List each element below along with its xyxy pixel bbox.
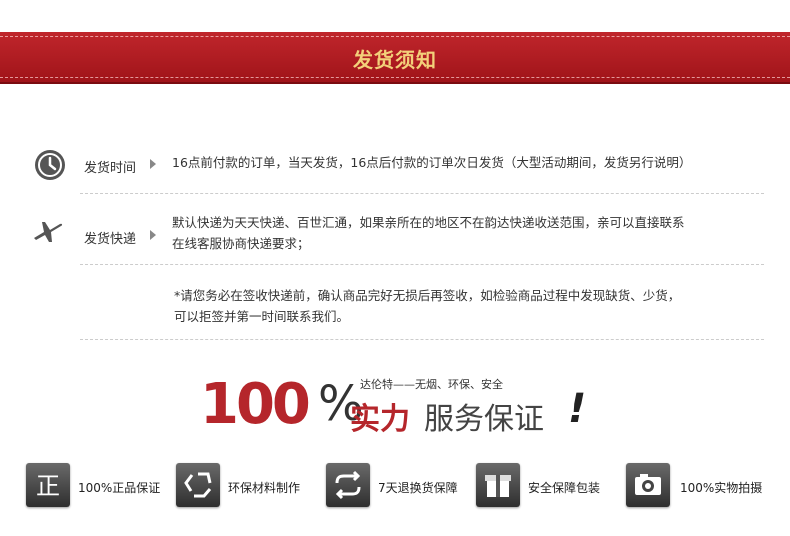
shipping-time-label: 发货时间 (84, 161, 137, 176)
camera-icon (626, 463, 670, 507)
banner-title: 发货须知 (353, 48, 437, 72)
divider (80, 193, 764, 194)
note-line2: 可以拒签并第一时间联系我们。 (174, 309, 350, 324)
divider (80, 264, 764, 265)
divider (80, 339, 764, 340)
guarantee-number: 100 (200, 372, 311, 437)
guarantee-main-dark: 服务保证 (424, 402, 544, 437)
shipping-courier-text-line1: 默认快递为天天快递、百世汇通，如果亲所在的地区不在韵达快递收送范围，亲可以直接联… (172, 215, 685, 230)
clock-icon (35, 150, 65, 180)
badge-label: 安全保障包装 (528, 481, 601, 495)
shipping-time-text: 16点前付款的订单，当天发货，16点后付款的订单次日发货（大型活动期间，发货另行… (172, 155, 692, 170)
guarantee-subtitle: 达伦特——无烟、环保、安全 (360, 378, 503, 391)
recycle-icon (176, 463, 220, 507)
zheng-icon: 正 (26, 463, 70, 507)
badge-label: 100%正品保证 (78, 481, 161, 495)
badge-label: 7天退换货保障 (378, 481, 458, 495)
note-line1: *请您务必在签收快递前，确认商品完好无损后再签收，如检验商品过程中发现缺货、少货… (174, 288, 681, 303)
title-banner: 发货须知 (0, 32, 790, 82)
guarantee-slogan: 100 % 达伦特——无烟、环保、安全 实力 服务保证 ! (200, 372, 600, 437)
badge-label: 环保材料制作 (228, 481, 301, 495)
arrow-right-icon (150, 230, 156, 240)
arrow-right-icon (150, 159, 156, 169)
exchange-icon (326, 463, 370, 507)
gift-box-icon (476, 463, 520, 507)
svg-text:正: 正 (36, 472, 60, 500)
shipping-courier-text-line2: 在线客服协商快递要求； (172, 236, 310, 251)
airplane-icon (34, 222, 63, 242)
badge-label: 100%实物拍摄 (680, 481, 763, 495)
guarantee-main-red: 实力 (350, 402, 410, 437)
shipping-courier-label: 发货快递 (84, 232, 137, 247)
guarantee-exclaim: ! (568, 386, 587, 432)
